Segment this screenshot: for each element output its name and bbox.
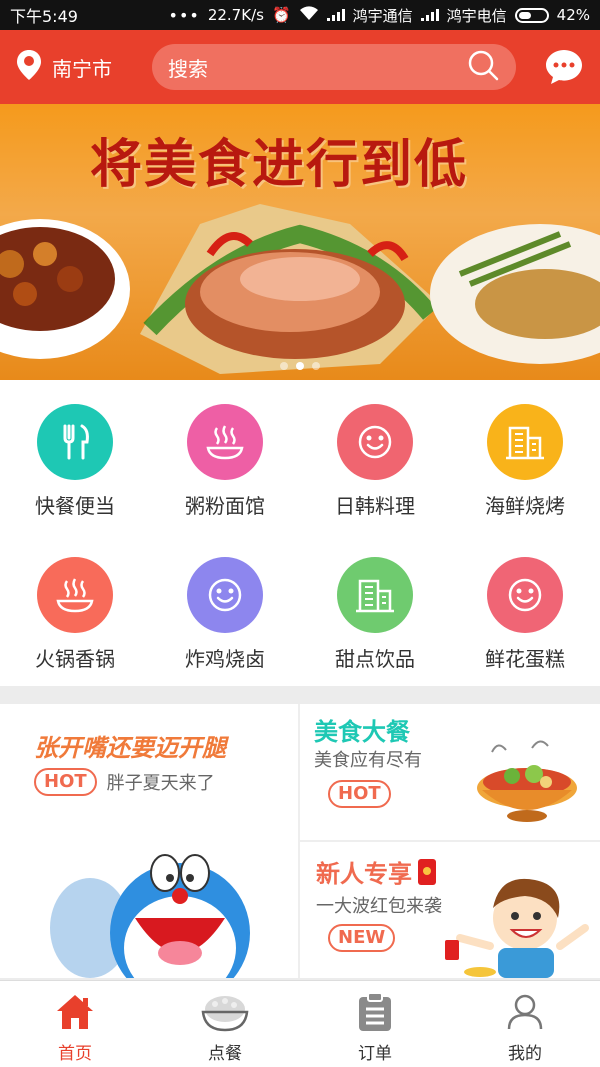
- category-label: 日韩料理: [335, 494, 415, 518]
- tab-home[interactable]: 首页: [0, 981, 150, 1067]
- category-item[interactable]: 火锅香锅: [0, 533, 150, 686]
- promo-diet-title: 张开嘴还要迈开腿: [34, 734, 226, 762]
- tab-clipboard[interactable]: 订单: [300, 981, 450, 1067]
- red-envelope-icon: [418, 858, 436, 885]
- location-pin-icon: [16, 49, 42, 86]
- network-speed: 22.7K/s: [207, 6, 264, 24]
- tab-label: 订单: [358, 1044, 392, 1064]
- wifi-icon: [299, 5, 319, 25]
- search-placeholder: 搜索: [168, 56, 208, 81]
- carrier-1: 鸿宇通信: [352, 6, 413, 25]
- location-selector[interactable]: 南宁市: [16, 49, 152, 86]
- hot-bowl-icon: [37, 557, 113, 633]
- signal-icon: [420, 9, 439, 21]
- new-badge: NEW: [328, 924, 396, 952]
- doraemon-image: [50, 854, 250, 978]
- promo-newuser-subtitle: 一大波红包来袭: [316, 896, 442, 917]
- fork-knife-icon: [37, 404, 113, 480]
- city-label: 南宁市: [52, 56, 112, 81]
- promo-newuser-title: 新人专享: [316, 860, 412, 888]
- category-item[interactable]: 海鲜烧烤: [450, 380, 600, 533]
- smile-icon: [487, 557, 563, 633]
- message-button[interactable]: [544, 47, 584, 87]
- search-icon[interactable]: [466, 48, 500, 87]
- promo-diet-subtitle: 胖子夏天来了: [106, 773, 215, 794]
- banner-title: 将美食进行到低: [90, 134, 469, 195]
- tab-user[interactable]: 我的: [450, 981, 600, 1067]
- promo-card-feast[interactable]: 美食大餐 美食应有尽有 HOT: [300, 704, 600, 840]
- user-icon: [505, 989, 545, 1035]
- banner-dot[interactable]: [280, 362, 288, 370]
- banner-pagination: [280, 362, 320, 370]
- tab-label: 点餐: [208, 1044, 242, 1064]
- battery-icon: [514, 7, 549, 23]
- category-label: 火锅香锅: [35, 647, 115, 671]
- bottom-tab-bar: 首页 点餐 订单 我的: [0, 980, 600, 1067]
- home-icon: [55, 989, 95, 1035]
- smile-icon: [337, 404, 413, 480]
- category-label: 粥粉面馆: [185, 494, 265, 518]
- promo-card-diet[interactable]: 张开嘴还要迈开腿 HOT 胖子夏天来了: [0, 704, 298, 978]
- tab-label: 我的: [508, 1044, 542, 1064]
- search-input[interactable]: 搜索: [152, 44, 516, 90]
- category-item[interactable]: 日韩料理: [300, 380, 450, 533]
- hot-badge: HOT: [34, 768, 97, 796]
- building-icon: [487, 404, 563, 480]
- more-dots-icon: •••: [168, 5, 200, 25]
- status-bar: 下午5:49 ••• 22.7K/s ⏰ 鸿宇通信 鸿宇电信 42%: [0, 0, 600, 30]
- banner-dot[interactable]: [312, 362, 320, 370]
- banner-dot[interactable]: [296, 362, 304, 370]
- category-item[interactable]: 甜点饮品: [300, 533, 450, 686]
- promo-section: 张开嘴还要迈开腿 HOT 胖子夏天来了 美食大餐 美食应有尽有 HOT 新人专享…: [0, 704, 600, 978]
- category-label: 鲜花蛋糕: [485, 647, 565, 671]
- signal-icon: [326, 9, 345, 21]
- cartoon-boy-image: [445, 878, 589, 978]
- hot-bowl-icon: [187, 404, 263, 480]
- category-item[interactable]: 快餐便当: [0, 380, 150, 533]
- category-item[interactable]: 炸鸡烧卤: [150, 533, 300, 686]
- alarm-icon: ⏰: [271, 6, 291, 24]
- carrier-2: 鸿宇电信: [446, 6, 507, 25]
- promo-banner[interactable]: 将美食进行到低: [0, 104, 600, 380]
- category-item[interactable]: 鲜花蛋糕: [450, 533, 600, 686]
- promo-feast-subtitle: 美食应有尽有: [314, 750, 422, 771]
- hot-badge: HOT: [328, 780, 391, 808]
- smile-icon: [187, 557, 263, 633]
- category-grid: 快餐便当 粥粉面馆 日韩料理 海鲜烧烤火锅香锅 炸鸡烧卤 甜点饮品 鲜花蛋糕: [0, 380, 600, 686]
- rice-bowl-icon: [201, 989, 249, 1035]
- battery-level: 42%: [556, 6, 590, 24]
- hotpot-image: [477, 740, 577, 822]
- top-header: 南宁市 搜索: [0, 30, 600, 104]
- promo-card-newuser[interactable]: 新人专享 一大波红包来袭 NEW: [300, 842, 600, 978]
- category-label: 快餐便当: [35, 494, 115, 518]
- status-time: 下午5:49: [10, 7, 78, 26]
- building-icon: [337, 557, 413, 633]
- category-item[interactable]: 粥粉面馆: [150, 380, 300, 533]
- category-label: 炸鸡烧卤: [185, 647, 265, 671]
- promo-feast-title: 美食大餐: [314, 718, 410, 746]
- tab-label: 首页: [58, 1044, 92, 1064]
- chat-bubble-icon: [546, 50, 582, 84]
- category-label: 甜点饮品: [335, 647, 415, 671]
- category-label: 海鲜烧烤: [485, 494, 565, 518]
- clipboard-icon: [355, 989, 395, 1035]
- tab-rice-bowl[interactable]: 点餐: [150, 981, 300, 1067]
